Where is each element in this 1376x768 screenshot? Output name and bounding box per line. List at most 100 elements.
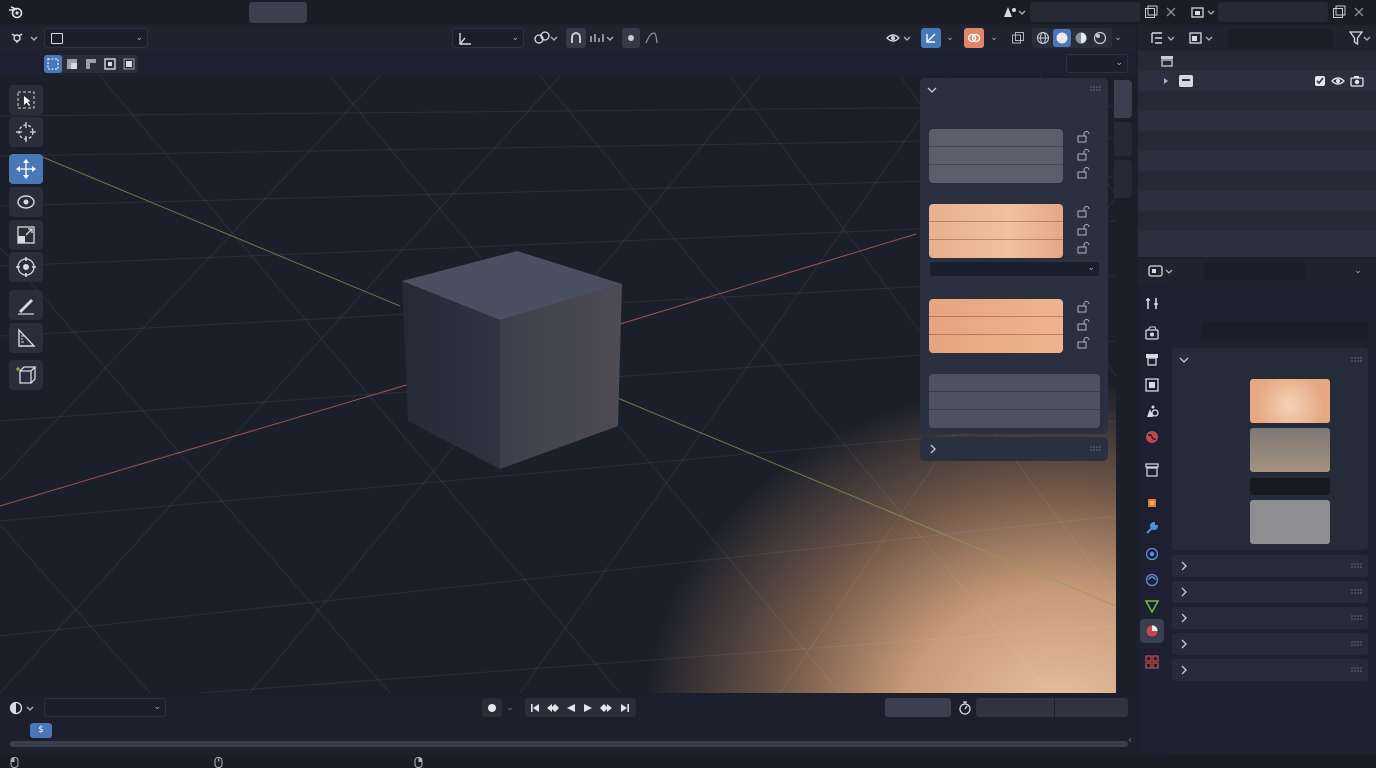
select-extend-icon[interactable] — [63, 55, 81, 73]
clock-timeline-icon[interactable] — [8, 698, 38, 718]
view3d-editor-icon[interactable] — [8, 28, 40, 48]
lock-location-x-icon[interactable] — [1077, 131, 1091, 143]
disclosure-triangle-icon[interactable] — [1162, 77, 1170, 85]
lock-scale-z-icon[interactable] — [1077, 337, 1091, 349]
rotation-x-field[interactable] — [929, 204, 1063, 222]
gizmo-icon[interactable] — [921, 28, 941, 48]
drag-handle-icon[interactable] — [1351, 667, 1363, 673]
play-icon[interactable] — [580, 698, 596, 717]
render-tab-icon[interactable] — [1142, 323, 1162, 343]
select-subtract-icon[interactable] — [82, 55, 100, 73]
playhead-marker[interactable]: $ — [30, 723, 52, 738]
drag-handle-icon[interactable] — [1351, 589, 1363, 595]
scene-tab-icon[interactable] — [1142, 401, 1162, 421]
xray-icon[interactable] — [1008, 28, 1028, 48]
keying-chevron-icon[interactable]: ⌄ — [503, 698, 517, 717]
collapsed-section-row[interactable] — [1172, 633, 1368, 655]
location-x-field[interactable] — [929, 129, 1063, 147]
mode-select-dropdown[interactable]: ⌄ — [44, 28, 148, 48]
properties-editor-icon[interactable] — [1146, 262, 1178, 280]
gizmo-options-chevron-icon[interactable]: ⌄ — [942, 28, 958, 48]
tool-tab-icon[interactable] — [1142, 293, 1162, 313]
output-tab-icon[interactable] — [1142, 349, 1162, 369]
texture-tab-icon[interactable] — [1142, 652, 1162, 672]
workspace-tab[interactable] — [249, 2, 307, 23]
lock-rotation-y-icon[interactable] — [1077, 224, 1091, 236]
material-preview-swatch[interactable] — [1250, 428, 1330, 472]
magnet-icon[interactable] — [566, 28, 586, 48]
properties-options-chevron-icon[interactable]: ⌄ — [1350, 262, 1366, 280]
prev-keyframe-icon[interactable] — [543, 698, 563, 717]
outliner-row-collection[interactable] — [1138, 71, 1376, 91]
transform-tool[interactable] — [9, 252, 43, 282]
play-reverse-icon[interactable] — [563, 698, 579, 717]
drag-handle-icon[interactable] — [1090, 446, 1102, 452]
wireframe-shading-icon[interactable] — [1034, 29, 1052, 47]
transform-orientation-dropdown[interactable]: ⌄ — [452, 28, 524, 48]
display-mode-icon[interactable] — [1186, 29, 1218, 47]
viewport-options-dropdown[interactable]: ⌄ — [1066, 54, 1128, 73]
lock-scale-y-icon[interactable] — [1077, 319, 1091, 331]
object-data-tab-icon[interactable] — [1142, 596, 1162, 616]
drag-handle-icon[interactable] — [1351, 615, 1363, 621]
lock-scale-x-icon[interactable] — [1077, 301, 1091, 313]
default-cube[interactable] — [402, 251, 622, 469]
lock-rotation-x-icon[interactable] — [1077, 206, 1091, 218]
material-preview-swatch[interactable] — [1250, 500, 1330, 544]
outliner-row-scene[interactable] — [1138, 51, 1376, 71]
pivot-point-icon[interactable] — [532, 28, 560, 48]
properties-search-input[interactable] — [1204, 262, 1305, 280]
select-invert-icon[interactable] — [101, 55, 119, 73]
close-view-layer-icon[interactable] — [1350, 2, 1368, 22]
lock-location-z-icon[interactable] — [1077, 167, 1091, 179]
next-keyframe-icon[interactable] — [596, 698, 616, 717]
new-scene-icon[interactable] — [1142, 2, 1160, 22]
measure-tool[interactable] — [9, 323, 43, 353]
select-set-icon[interactable] — [44, 55, 62, 73]
scale-y-field[interactable] — [929, 317, 1063, 335]
rotation-y-field[interactable] — [929, 222, 1063, 240]
modifiers-tab-icon[interactable] — [1142, 518, 1162, 538]
rendered-shading-icon[interactable] — [1091, 29, 1109, 47]
collection-tab-icon[interactable] — [1142, 460, 1162, 480]
scene-name-field[interactable] — [1030, 2, 1140, 22]
material-preview-shading-icon[interactable] — [1072, 29, 1090, 47]
view-layer-icon[interactable] — [1188, 2, 1218, 22]
rotation-z-field[interactable] — [929, 240, 1063, 258]
collapsed-section-row[interactable] — [1172, 607, 1368, 629]
select-intersect-icon[interactable] — [120, 55, 138, 73]
blender-logo-icon[interactable] — [6, 3, 26, 21]
timeline-mode-dropdown[interactable]: ⌄ — [44, 698, 166, 717]
annotate-tool[interactable] — [9, 290, 43, 320]
dimensions-y-field[interactable] — [929, 392, 1100, 410]
material-preview-swatch[interactable] — [1250, 379, 1330, 423]
current-frame-field[interactable] — [885, 698, 951, 717]
lock-rotation-z-icon[interactable] — [1077, 242, 1091, 254]
falloff-curve-icon[interactable] — [642, 28, 670, 48]
drag-handle-icon[interactable] — [1351, 357, 1363, 363]
jump-end-icon[interactable] — [617, 698, 633, 717]
drag-handle-icon[interactable] — [1351, 563, 1363, 569]
move-tool[interactable] — [9, 154, 43, 184]
particles-tab-icon[interactable] — [1142, 544, 1162, 564]
scene-selector-icon[interactable] — [1000, 2, 1028, 22]
proportional-edit-icon[interactable] — [622, 28, 640, 48]
collapsed-properties-panel[interactable] — [920, 437, 1108, 461]
frame-end-field[interactable] — [1055, 698, 1128, 717]
timeline-collapse-chevron-icon[interactable]: ‹ — [1128, 735, 1132, 746]
dimensions-z-field[interactable] — [929, 410, 1100, 428]
view-layer-tab-icon[interactable] — [1142, 375, 1162, 395]
eye-icon[interactable] — [1331, 75, 1345, 87]
rotation-mode-dropdown[interactable]: ⌄ — [929, 261, 1100, 277]
record-button[interactable] — [482, 698, 502, 717]
frame-start-field[interactable] — [976, 698, 1054, 717]
cursor-tool[interactable] — [9, 117, 43, 147]
sidebar-tab-tool[interactable] — [1114, 122, 1132, 156]
scale-tool[interactable] — [9, 220, 43, 250]
new-view-layer-icon[interactable] — [1330, 2, 1348, 22]
chevron-down-icon[interactable] — [1179, 355, 1189, 365]
scale-z-field[interactable] — [929, 335, 1063, 353]
add-cube-tool[interactable] — [9, 360, 43, 390]
world-tab-icon[interactable] — [1142, 427, 1162, 447]
properties-path-field[interactable] — [1201, 322, 1368, 340]
